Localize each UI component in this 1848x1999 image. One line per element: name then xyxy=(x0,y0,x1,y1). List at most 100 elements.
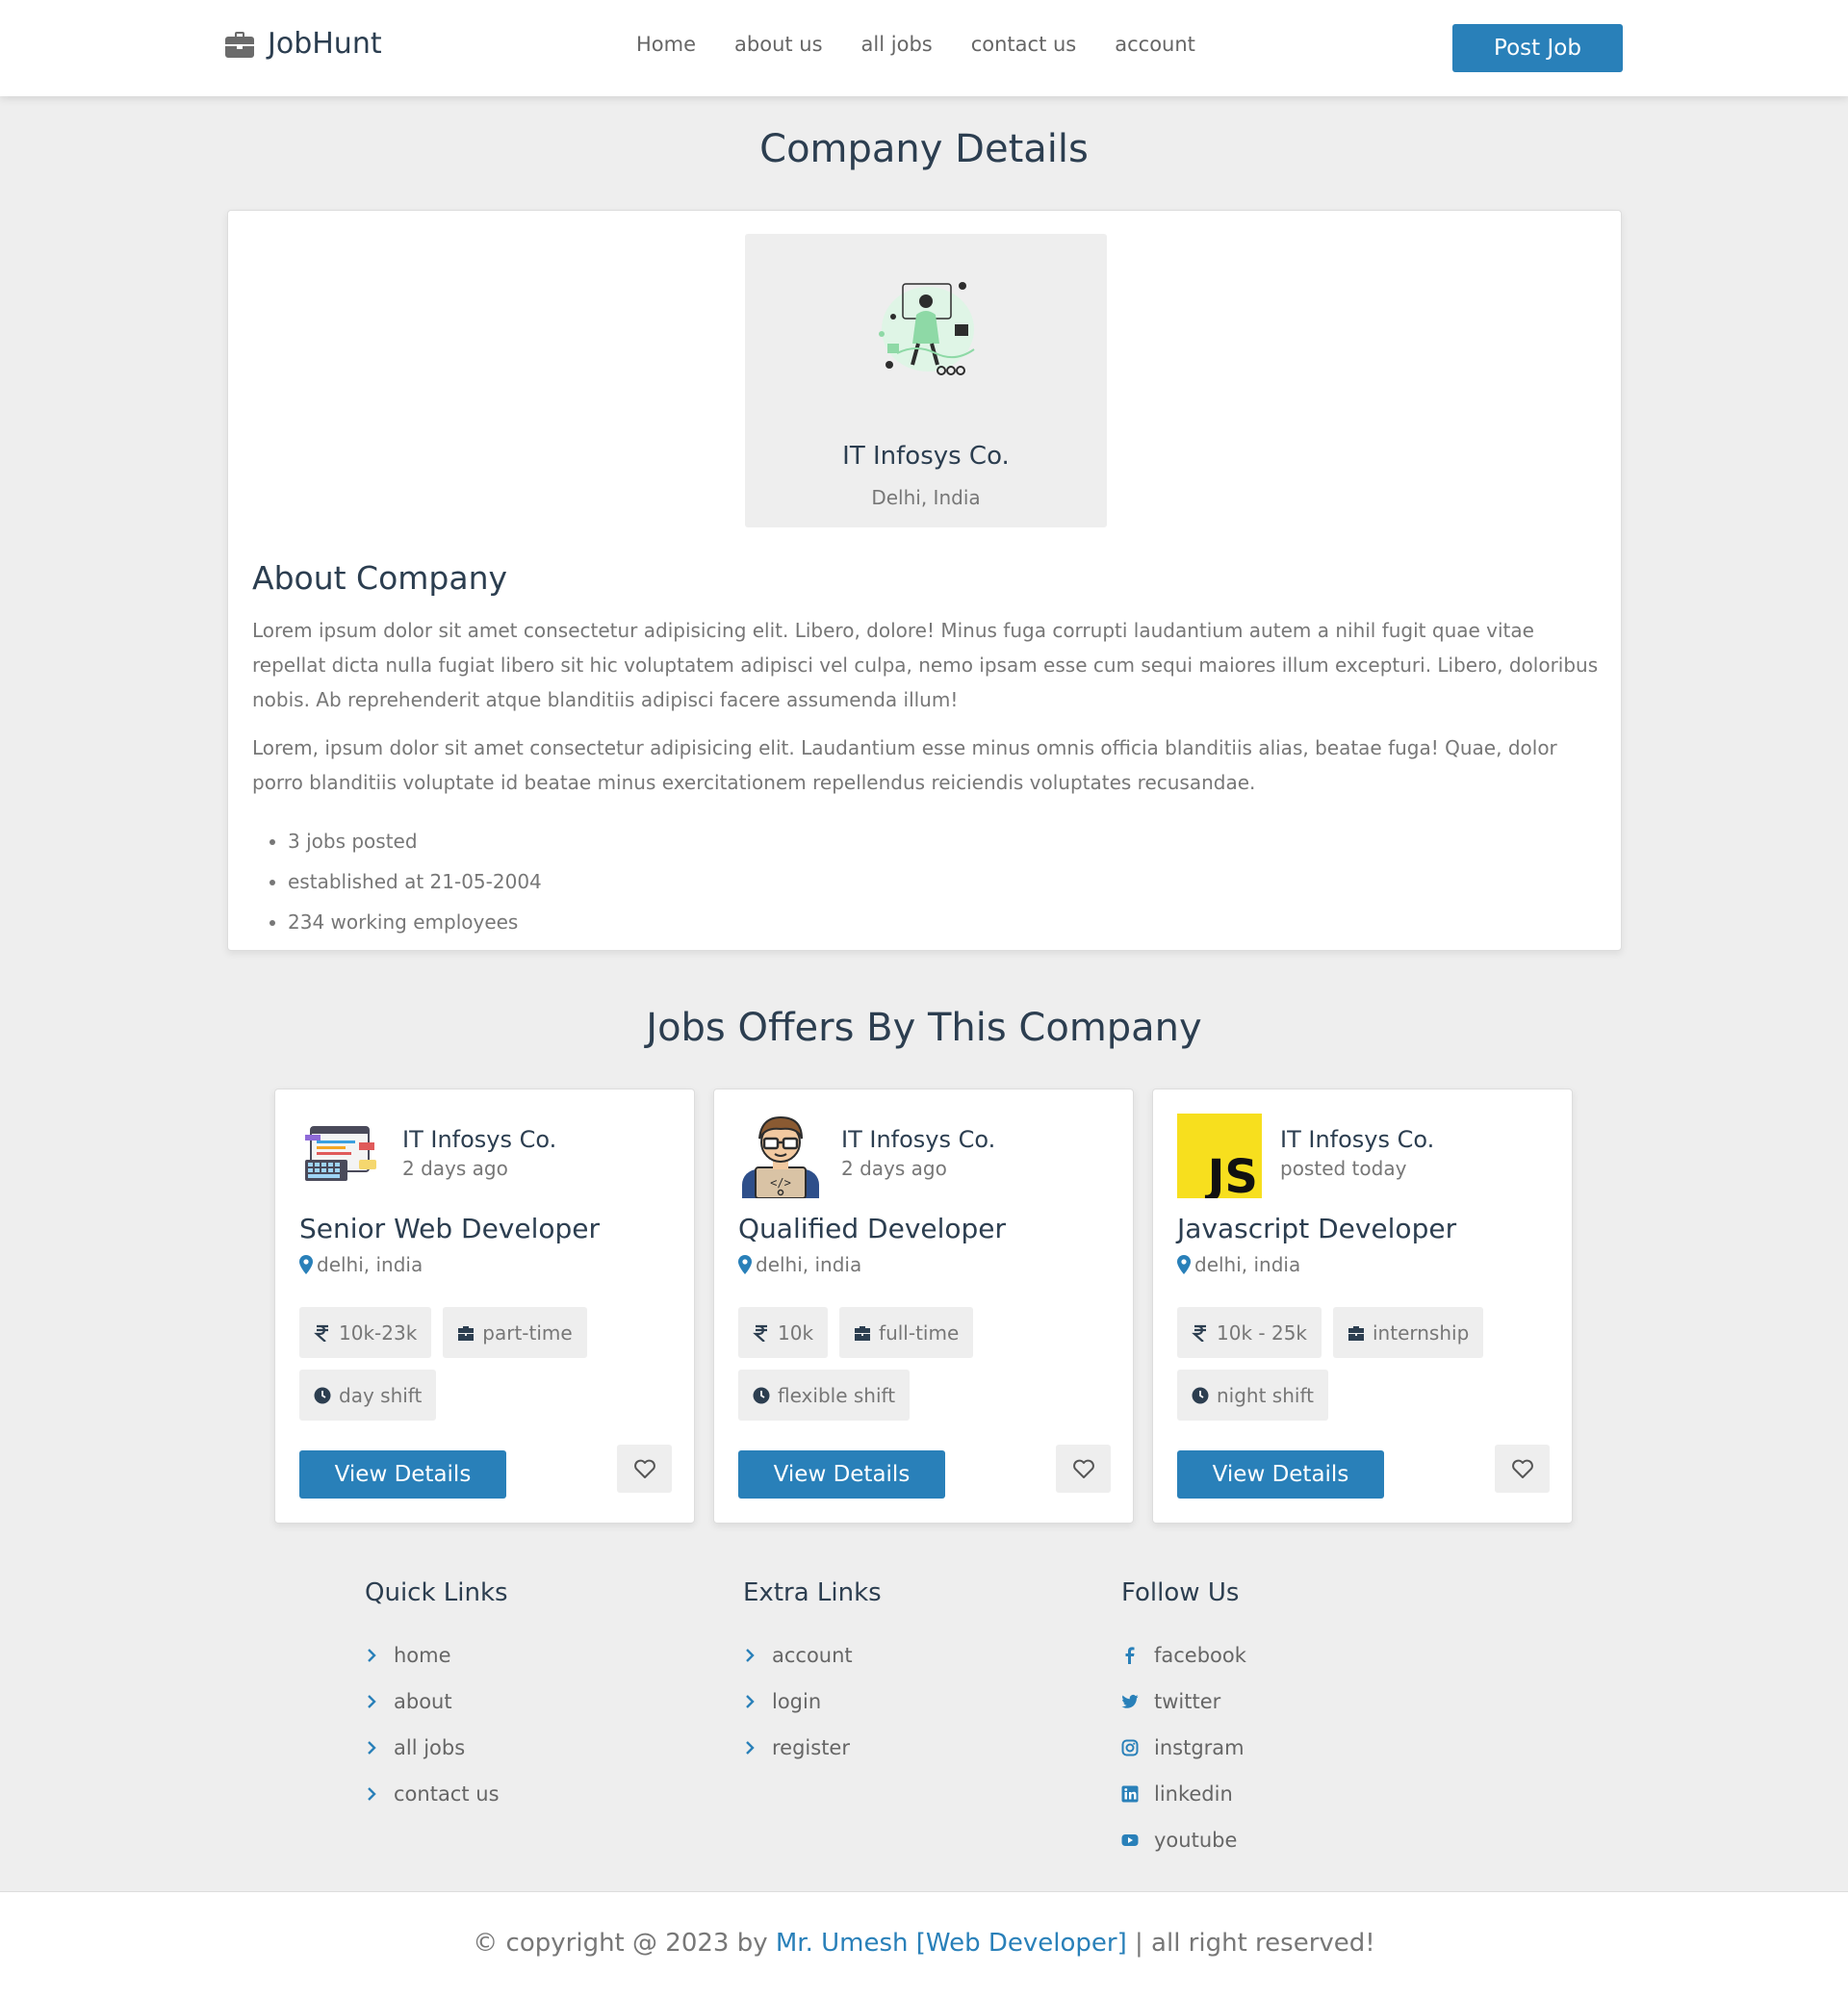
fact-item: 234 working employees xyxy=(252,902,542,942)
shift-tag: night shift xyxy=(1177,1370,1328,1421)
salary-text: 10k xyxy=(778,1320,814,1345)
footer-link-label: account xyxy=(772,1644,853,1667)
shift-text: night shift xyxy=(1217,1383,1314,1407)
job-card: IT Infosys Co. 2 days ago Senior Web Dev… xyxy=(274,1089,695,1524)
job-type-text: part-time xyxy=(482,1320,573,1345)
company-location: Delhi, India xyxy=(871,486,981,509)
job-type-tag: full-time xyxy=(839,1307,974,1358)
job-posted-time: 2 days ago xyxy=(402,1157,508,1180)
footer-link-about[interactable]: about xyxy=(365,1679,508,1725)
job-location: delhi, india xyxy=(299,1253,423,1276)
extra-links-column: Extra Links account login register xyxy=(743,1578,882,1771)
job-posted-time: posted today xyxy=(1280,1157,1407,1180)
company-details-card: IT Infosys Co. Delhi, India About Compan… xyxy=(227,210,1622,951)
chevron-right-icon xyxy=(368,1649,376,1662)
footer-link-contact-us[interactable]: contact us xyxy=(365,1771,508,1817)
rupee-icon xyxy=(314,1324,328,1342)
nav-account[interactable]: account xyxy=(1115,33,1195,56)
facebook-icon xyxy=(1125,1647,1135,1664)
copyright-suffix: | all right reserved! xyxy=(1135,1929,1375,1958)
social-link-label: instgram xyxy=(1154,1736,1245,1759)
briefcase-icon xyxy=(855,1325,871,1341)
fact-item: established at 21-05-2004 xyxy=(252,861,542,902)
clock-icon xyxy=(753,1387,770,1403)
briefcase-icon xyxy=(458,1325,475,1341)
job-card: JS IT Infosys Co. posted today Javascrip… xyxy=(1152,1089,1573,1524)
chevron-right-icon xyxy=(746,1649,755,1662)
company-illustration-icon xyxy=(879,282,975,375)
footer-link-all-jobs[interactable]: all jobs xyxy=(365,1725,508,1771)
salary-text: 10k - 25k xyxy=(1217,1320,1307,1345)
favorite-button[interactable] xyxy=(617,1445,672,1493)
job-location-text: delhi, india xyxy=(317,1253,424,1276)
footer-link-register[interactable]: register xyxy=(743,1725,882,1771)
social-link-facebook[interactable]: facebook xyxy=(1121,1632,1246,1679)
job-company-name: IT Infosys Co. xyxy=(1280,1126,1435,1153)
salary-tag: 10k - 25k xyxy=(1177,1307,1322,1358)
job-title: Senior Web Developer xyxy=(299,1213,601,1244)
footer-link-login[interactable]: login xyxy=(743,1679,882,1725)
about-company-title: About Company xyxy=(252,559,508,597)
job-location-text: delhi, india xyxy=(1194,1253,1301,1276)
logo-link[interactable]: JobHunt xyxy=(225,27,382,61)
nav-all-jobs[interactable]: all jobs xyxy=(861,33,933,56)
follow-us-column: Follow Us facebook twitter instgram link… xyxy=(1121,1578,1246,1863)
footer-link-account[interactable]: account xyxy=(743,1632,882,1679)
svg-text:</>: </> xyxy=(770,1176,791,1190)
nav-contact-us[interactable]: contact us xyxy=(971,33,1077,56)
post-job-button[interactable]: Post Job xyxy=(1452,24,1623,72)
svg-text:JS: JS xyxy=(1205,1150,1258,1198)
page-title: Company Details xyxy=(759,127,1089,171)
social-link-instagram[interactable]: instgram xyxy=(1121,1725,1246,1771)
job-type-tag: internship xyxy=(1333,1307,1484,1358)
company-facts-list: 3 jobs posted established at 21-05-2004 … xyxy=(252,821,542,942)
copyright-author-link[interactable]: Mr. Umesh [Web Developer] xyxy=(776,1929,1127,1958)
copyright-prefix: © copyright @ 2023 by xyxy=(473,1929,768,1958)
job-tags: 10k - 25k internship night shift xyxy=(1177,1307,1562,1421)
clock-icon xyxy=(314,1387,331,1403)
nav-about-us[interactable]: about us xyxy=(734,33,823,56)
quick-links-column: Quick Links home about all jobs contact … xyxy=(365,1578,508,1817)
footer-link-home[interactable]: home xyxy=(365,1632,508,1679)
company-name: IT Infosys Co. xyxy=(842,442,1010,471)
twitter-icon xyxy=(1121,1694,1139,1708)
footer-link-label: login xyxy=(772,1690,822,1713)
company-profile-box: IT Infosys Co. Delhi, India xyxy=(745,234,1107,527)
nav-home[interactable]: Home xyxy=(636,33,696,56)
footer-link-label: about xyxy=(394,1690,452,1713)
view-details-button[interactable]: View Details xyxy=(1177,1450,1384,1499)
heart-icon xyxy=(1072,1459,1094,1478)
favorite-button[interactable] xyxy=(1495,1445,1550,1493)
social-link-label: youtube xyxy=(1154,1829,1238,1852)
shift-text: day shift xyxy=(339,1383,423,1407)
social-link-youtube[interactable]: youtube xyxy=(1121,1817,1246,1863)
social-link-label: twitter xyxy=(1154,1690,1221,1713)
chevron-right-icon xyxy=(746,1695,755,1708)
about-paragraph: Lorem, ipsum dolor sit amet consectetur … xyxy=(252,736,1557,794)
social-link-label: linkedin xyxy=(1154,1782,1233,1806)
job-location: delhi, india xyxy=(1177,1253,1300,1276)
view-details-button[interactable]: View Details xyxy=(299,1450,506,1499)
social-link-linkedin[interactable]: linkedin xyxy=(1121,1771,1246,1817)
extra-links-title: Extra Links xyxy=(743,1578,882,1607)
job-tags: 10k-23k part-time day shift xyxy=(299,1307,684,1421)
main-nav: Home about us all jobs contact us accoun… xyxy=(636,33,1195,56)
about-paragraph: Lorem ipsum dolor sit amet consectetur a… xyxy=(252,619,1599,711)
job-type-text: full-time xyxy=(879,1320,960,1345)
shift-tag: day shift xyxy=(299,1370,437,1421)
fact-item: 3 jobs posted xyxy=(252,821,542,861)
footer-link-label: all jobs xyxy=(394,1736,466,1759)
favorite-button[interactable] xyxy=(1056,1445,1111,1493)
chevron-right-icon xyxy=(368,1787,376,1801)
view-details-button[interactable]: View Details xyxy=(738,1450,945,1499)
shift-text: flexible shift xyxy=(778,1383,896,1407)
javascript-icon: JS xyxy=(1177,1114,1262,1198)
map-marker-icon xyxy=(299,1255,313,1274)
chevron-right-icon xyxy=(368,1695,376,1708)
job-location-text: delhi, india xyxy=(756,1253,862,1276)
social-link-label: facebook xyxy=(1154,1644,1246,1667)
map-marker-icon xyxy=(1177,1255,1191,1274)
rupee-icon xyxy=(1192,1324,1206,1342)
social-link-twitter[interactable]: twitter xyxy=(1121,1679,1246,1725)
follow-us-title: Follow Us xyxy=(1121,1578,1240,1607)
